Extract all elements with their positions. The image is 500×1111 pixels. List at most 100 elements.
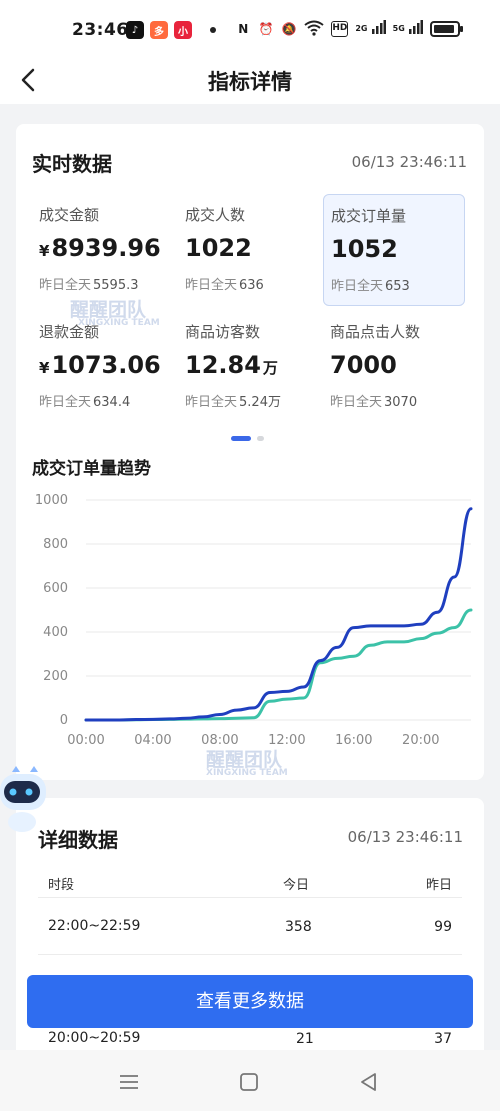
metric-tile[interactable]: 成交订单量 1052 昨日全天 653 [323,194,465,306]
yesterday-label: 昨日全天 [39,395,92,410]
row-today: 358 [285,919,312,935]
row-period: 20:00~20:59 [48,1030,141,1046]
metric-tile[interactable]: 成交金额 ¥8939.96 昨日全天 5595.3 [32,194,174,306]
page-dot-active[interactable] [231,436,251,441]
watermark-logo-subtitle-2: XINGXING TEAM [206,768,288,778]
status-indicators: N ⏰ 🔕 HD 2G 5G [235,20,463,38]
table-row: 22:00~22:59 358 99 [32,900,452,956]
alarm-icon: ⏰ [258,22,274,36]
metric-number: 1052 [331,235,398,263]
yesterday-label: 昨日全天 [39,278,92,293]
series-line [84,507,473,722]
y-tick-label: 1000 [35,493,68,508]
page-dot[interactable] [257,436,264,441]
assistant-robot-icon[interactable] [0,764,48,834]
row-today: 21 [296,1031,314,1047]
hd-icon: HD [331,21,349,37]
nfc-icon: N [238,22,249,36]
metric-yesterday: 昨日全天 636 [185,274,320,293]
y-tick-label: 400 [43,625,68,640]
watermark-logo-subtitle: XINGXING TEAM [78,318,160,328]
y-tick-label: 0 [60,713,68,728]
view-more-button[interactable]: 查看更多数据 [27,975,473,1028]
metric-value: 7000 [330,351,465,385]
system-nav-bar [0,1050,500,1111]
y-tick-label: 200 [43,669,68,684]
row-period: 22:00~22:59 [48,918,141,934]
col-period: 时段 [48,878,75,893]
metric-label: 成交订单量 [331,207,407,225]
metric-number: 1073.06 [51,351,161,379]
col-yesterday: 昨日 [425,878,452,893]
metric-number: 7000 [330,351,397,379]
realtime-timestamp: 06/13 23:46:11 [351,153,467,171]
x-tick-label: 20:00 [402,733,439,748]
tiktok-icon: ♪ [126,21,144,39]
metric-tile[interactable]: 成交人数 1022 昨日全天 636 [178,194,320,306]
metric-value: 1022 [185,234,320,268]
battery-icon [430,21,463,37]
yesterday-label: 昨日全天 [330,395,383,410]
metric-yesterday: 昨日全天 5.24万 [185,391,320,410]
video-app-icon: 小 [174,21,192,39]
x-tick-label: 00:00 [67,733,104,748]
currency-symbol: ¥ [39,242,50,260]
realtime-title: 实时数据 [32,152,112,176]
yesterday-label: 昨日全天 [185,278,238,293]
metric-yesterday: 昨日全天 5595.3 [39,274,174,293]
page-title: 指标详情 [208,70,292,94]
more-notifications-dot [210,27,216,33]
metric-number: 12.84 [185,351,261,379]
metric-tile[interactable]: 商品点击人数 7000 昨日全天 3070 [323,311,465,423]
row-yesterday: 99 [434,919,452,935]
divider [38,897,462,898]
signal-2g-icon: 2G [355,20,386,38]
notification-icons: ♪ 多 小 [126,21,216,39]
metric-unit: 万 [262,359,278,377]
col-today: 今日 [283,878,310,893]
system-back-icon[interactable] [357,1070,381,1094]
yesterday-value: 636 [239,278,264,293]
y-tick-label: 600 [43,581,68,596]
page-indicator [231,436,264,441]
home-icon[interactable] [237,1070,261,1094]
detail-timestamp: 06/13 23:46:11 [347,828,463,846]
metric-label: 商品访客数 [185,323,261,341]
trend-chart: 0200400600800100000:00 04:00 08:00 12:00 16:… [35,493,473,748]
metric-label: 商品点击人数 [330,323,421,341]
yesterday-value: 5595.3 [93,278,139,293]
shopping-app-icon: 多 [150,21,168,39]
metric-number: 1022 [185,234,252,262]
yesterday-value: 653 [385,279,410,294]
metric-yesterday: 昨日全天 3070 [330,391,465,410]
y-tick-label: 800 [43,537,68,552]
metric-value: ¥8939.96 [39,234,174,268]
metric-value: 12.84 万 [185,351,320,385]
detail-title: 详细数据 [38,828,118,852]
nav-bar: 指标详情 [0,56,500,104]
yesterday-value: 634.4 [93,395,131,410]
metric-label: 成交金额 [39,206,100,224]
yesterday-label: 昨日全天 [185,395,238,410]
wifi-icon [304,20,324,38]
status-bar: 23:46 ♪ 多 小 N ⏰ 🔕 HD 2G 5G [0,0,500,64]
status-time: 23:46 [72,20,129,40]
metric-value: ¥1073.06 [39,351,174,385]
yesterday-value: 5.24万 [239,395,281,410]
mute-icon: 🔕 [281,22,297,36]
row-yesterday: 37 [434,1031,452,1047]
series-line [84,608,473,722]
currency-symbol: ¥ [39,359,50,377]
metric-tile[interactable]: 商品访客数 12.84 万昨日全天 5.24万 [178,311,320,423]
divider [38,954,462,955]
yesterday-label: 昨日全天 [331,279,384,294]
signal-5g-icon: 5G [393,20,423,38]
metric-yesterday: 昨日全天 634.4 [39,391,174,410]
metric-label: 成交人数 [185,206,246,224]
x-tick-label: 04:00 [134,733,171,748]
chart-title: 成交订单量趋势 [32,459,151,479]
table-header: 时段 今日 昨日 [32,874,452,894]
metric-yesterday: 昨日全天 653 [331,275,464,294]
yesterday-value: 3070 [384,395,418,410]
menu-icon[interactable] [117,1070,141,1094]
